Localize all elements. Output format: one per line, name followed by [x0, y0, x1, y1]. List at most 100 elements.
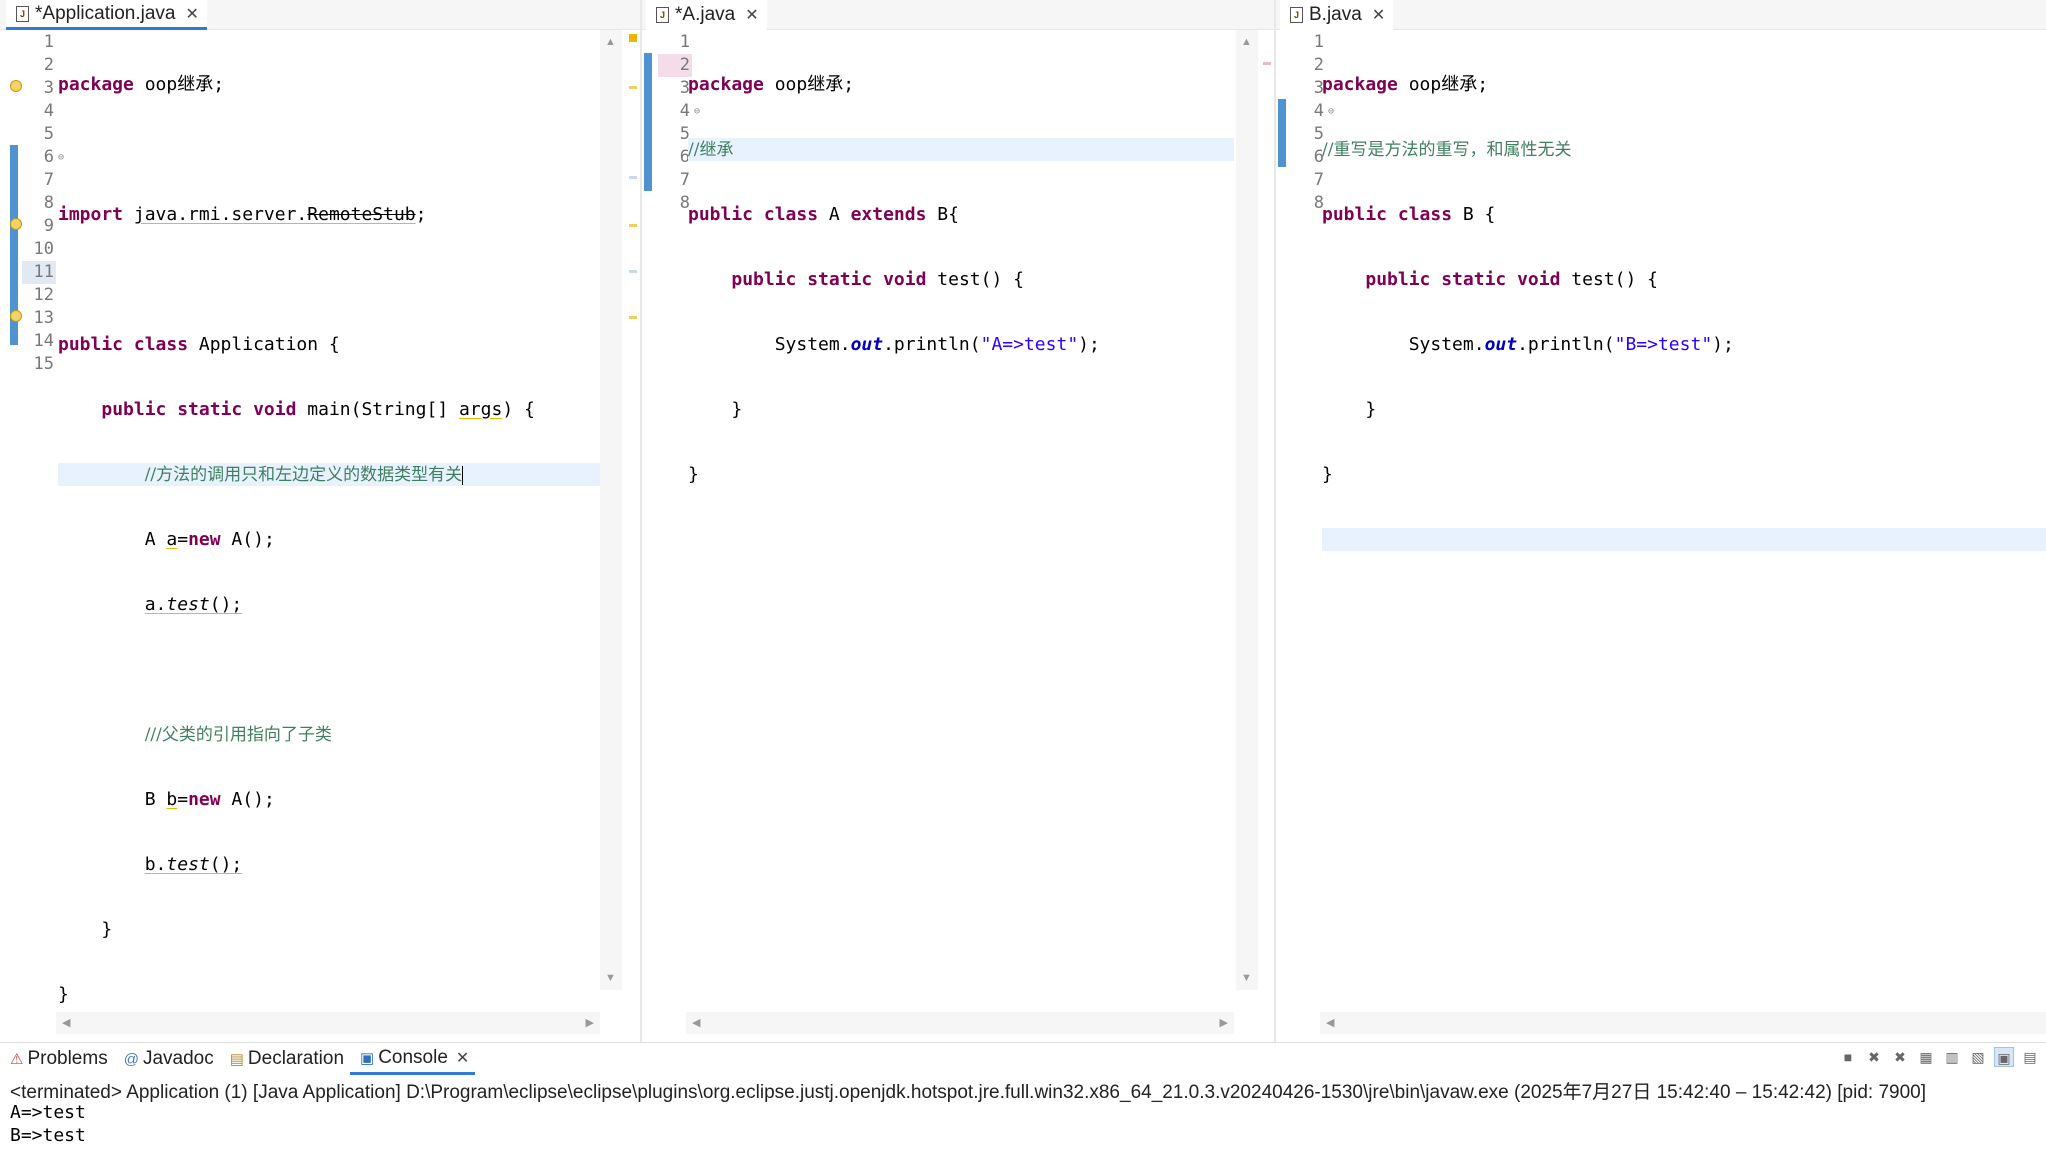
tab-b-java[interactable]: J B.java ✕ — [1280, 0, 1394, 30]
line-number: 6 — [1313, 147, 1324, 167]
console-output-line: B=>test — [10, 1125, 86, 1146]
line-number: 9 — [43, 216, 54, 236]
vertical-scrollbar[interactable]: ▲ ▼ — [600, 30, 622, 990]
code-line-current — [1322, 528, 2046, 551]
scroll-left-icon[interactable]: ◀ — [1326, 1016, 1334, 1029]
warning-marker[interactable] — [629, 86, 637, 89]
scroll-left-icon[interactable]: ◀ — [62, 1016, 70, 1029]
editor-b[interactable]: J B.java ✕ 1 2 3 4 ⊖ 5 6 7 8 package oop继… — [1276, 0, 2046, 1040]
code-line: public class A extends B{ — [688, 204, 959, 225]
line-number: 1 — [43, 32, 54, 52]
clear-console-icon[interactable]: ▦ — [1916, 1047, 1936, 1067]
console-output[interactable]: A=>test B=>test — [10, 1101, 86, 1147]
scroll-right-icon[interactable]: ▶ — [1220, 1016, 1228, 1029]
vertical-scrollbar[interactable]: ▲ ▼ — [1236, 30, 1258, 990]
code-line: public class B { — [1322, 204, 1496, 225]
tab-javadoc[interactable]: @ Javadoc — [114, 1043, 220, 1075]
remove-launch-icon[interactable]: ✖ — [1864, 1047, 1884, 1067]
horizontal-scrollbar[interactable]: ◀ ▶ — [56, 1012, 600, 1034]
close-icon[interactable]: ✕ — [185, 4, 198, 24]
line-number: 13 — [33, 308, 54, 328]
code-line-current: //继承 — [688, 138, 1234, 161]
console-launch-header: <terminated> Application (1) [Java Appli… — [10, 1082, 1926, 1103]
warning-marker[interactable] — [629, 224, 637, 227]
line-number: 2 — [658, 54, 692, 77]
java-file-icon: J — [16, 5, 29, 22]
line-number: 15 — [33, 354, 54, 374]
scroll-lock-icon[interactable]: ▥ — [1942, 1047, 1962, 1067]
code-line: public static void test() { — [731, 269, 1024, 290]
tab-label: *Application.java — [35, 2, 176, 24]
editor-application[interactable]: J *Application.java ✕ 1 2 3 4 5 6 ⊖ 7 8 9… — [0, 0, 640, 1040]
warning-marker[interactable] — [629, 34, 637, 42]
console-view[interactable]: ⚠ Problems @ Javadoc ▤ Declaration ▣ Con… — [0, 1042, 2046, 1150]
code-area[interactable]: package oop继承; import java.rmi.server.Re… — [58, 31, 600, 1040]
show-console-icon[interactable]: ▣ — [1994, 1047, 2014, 1067]
line-number: 6 — [679, 147, 690, 167]
remove-all-launches-icon[interactable]: ✖ — [1890, 1047, 1910, 1067]
scroll-left-icon[interactable]: ◀ — [692, 1016, 700, 1029]
code-line: } — [731, 399, 743, 420]
display-selected-console-icon[interactable]: ▤ — [2020, 1047, 2040, 1067]
line-number: 8 — [1313, 193, 1324, 213]
line-number: 8 — [43, 193, 54, 213]
tab-a-java[interactable]: J *A.java ✕ — [646, 0, 767, 30]
lightbulb-warning-icon[interactable] — [10, 80, 22, 92]
scroll-up-icon[interactable]: ▲ — [1241, 36, 1252, 48]
lightbulb-warning-icon[interactable] — [10, 310, 22, 322]
occurrence-marker[interactable] — [1263, 62, 1271, 65]
line-number: 3 — [43, 78, 54, 98]
console-toolbar: ■ ✖ ✖ ▦ ▥ ▧ ▣ ▤ — [1838, 1047, 2040, 1067]
code-line: package oop继承; — [58, 74, 225, 95]
warning-marker[interactable] — [629, 316, 637, 319]
word-wrap-icon[interactable]: ▧ — [1968, 1047, 1988, 1067]
line-number: 5 — [1313, 124, 1324, 144]
close-icon[interactable]: ✕ — [1372, 5, 1385, 25]
console-output-line: A=>test — [10, 1102, 86, 1123]
line-number: 2 — [1313, 55, 1324, 75]
scroll-up-icon[interactable]: ▲ — [605, 36, 616, 48]
code-line: } — [101, 919, 113, 940]
code-area[interactable]: package oop继承; //重写是方法的重写，和属性无关 public c… — [1322, 31, 2046, 593]
scroll-down-icon[interactable]: ▼ — [605, 972, 616, 984]
code-line: B b=new A(); — [144, 789, 275, 810]
tab-label: Problems — [27, 1048, 108, 1069]
scroll-down-icon[interactable]: ▼ — [1241, 972, 1252, 984]
line-number: 14 — [33, 331, 54, 351]
horizontal-scrollbar[interactable]: ◀ — [1320, 1012, 2046, 1034]
view-tabbar: ⚠ Problems @ Javadoc ▤ Declaration ▣ Con… — [0, 1043, 2046, 1075]
tab-declaration[interactable]: ▤ Declaration — [220, 1043, 350, 1075]
scroll-right-icon[interactable]: ▶ — [586, 1016, 594, 1029]
close-icon[interactable]: ✕ — [745, 5, 758, 25]
occurrence-marker[interactable] — [629, 270, 637, 273]
line-number: 1 — [1313, 32, 1324, 52]
tab-console[interactable]: ▣ Console ✕ — [350, 1043, 476, 1075]
code-line: public static void main(String[] args) { — [101, 399, 535, 420]
occurrence-marker[interactable] — [629, 176, 637, 179]
editor-tabbar: J *A.java ✕ — [642, 0, 1274, 30]
code-line: public class Application { — [58, 334, 340, 355]
line-number: 3 — [1313, 78, 1324, 98]
terminate-icon[interactable]: ■ — [1838, 1047, 1858, 1067]
code-line: public static void test() { — [1365, 269, 1658, 290]
close-icon[interactable]: ✕ — [456, 1048, 469, 1068]
code-line: } — [1322, 464, 1333, 485]
tab-problems[interactable]: ⚠ Problems — [0, 1043, 114, 1075]
line-number: 2 — [43, 55, 54, 75]
overview-ruler[interactable] — [1260, 30, 1274, 990]
tab-application-java[interactable]: J *Application.java ✕ — [6, 0, 207, 30]
java-file-icon: J — [1290, 7, 1303, 23]
horizontal-scrollbar[interactable]: ◀ ▶ — [686, 1012, 1234, 1034]
line-number: 11 — [22, 261, 56, 284]
line-numbers: 1 2 3 4 ⊖ 5 6 7 8 — [658, 31, 700, 215]
overview-ruler[interactable] — [626, 30, 640, 990]
editor-a[interactable]: J *A.java ✕ 1 2 3 4 ⊖ 5 6 7 8 package oop… — [642, 0, 1274, 1040]
code-line: a.test(); — [144, 594, 243, 615]
code-line: } — [1365, 399, 1377, 420]
code-line-current: //方法的调用只和左边定义的数据类型有关 — [58, 463, 600, 486]
code-area[interactable]: package oop继承; //继承 public class A exten… — [688, 31, 1234, 593]
lightbulb-warning-icon[interactable] — [10, 218, 22, 230]
